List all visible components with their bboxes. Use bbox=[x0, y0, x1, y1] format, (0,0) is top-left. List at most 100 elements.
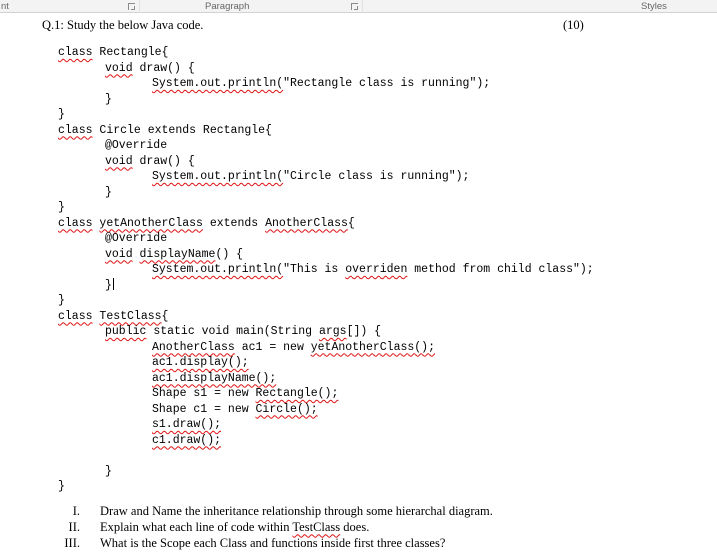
code-text: @Override bbox=[105, 139, 168, 152]
spell-error-text: s1.draw(); bbox=[152, 418, 222, 431]
code-text: Shape s1 = new bbox=[152, 387, 256, 400]
code-line: void draw() { bbox=[58, 154, 717, 170]
code-text: } bbox=[58, 294, 65, 307]
spell-error-text: class bbox=[58, 46, 93, 59]
question-item: III. What is the Scope each Class and fun… bbox=[0, 535, 717, 551]
text-segment: Explain what each line of code within bbox=[100, 519, 293, 534]
spell-error-text: System.out.println( bbox=[152, 77, 284, 90]
code-block: class Rectangle{void draw() {System.out.… bbox=[58, 45, 717, 495]
code-line: } bbox=[58, 479, 717, 495]
code-line: } bbox=[58, 107, 717, 123]
code-text: } bbox=[105, 278, 112, 292]
code-text: "Circle class is running"); bbox=[283, 170, 470, 183]
spell-error-text: class bbox=[58, 216, 93, 230]
code-text: Rectangle{ bbox=[92, 46, 169, 59]
spell-error-text: ac1.display(); bbox=[152, 356, 249, 369]
code-line: AnotherClass ac1 = new yetAnotherClass()… bbox=[58, 340, 717, 356]
spell-error-text: Rectangle(); bbox=[255, 387, 339, 400]
font-group-label: nt bbox=[1, 1, 9, 12]
code-text: @Override bbox=[105, 232, 168, 245]
code-text: Shape c1 = new bbox=[152, 402, 256, 416]
question-item: II. Explain what each line of code within… bbox=[0, 519, 717, 535]
code-line: class TestClass{ bbox=[58, 309, 717, 325]
ribbon-group-divider bbox=[362, 0, 363, 13]
styles-group-label: Styles bbox=[641, 1, 667, 12]
code-text: } bbox=[105, 92, 112, 106]
question-heading: Q.1: Study the below Java code. bbox=[42, 18, 204, 32]
code-text: draw() { bbox=[132, 154, 195, 168]
ribbon-group-divider bbox=[139, 0, 140, 13]
code-line: System.out.println("This is overriden me… bbox=[58, 262, 717, 278]
code-line: System.out.println("Rectangle class is r… bbox=[58, 76, 717, 92]
code-line: class Rectangle{ bbox=[58, 45, 717, 61]
text-cursor bbox=[112, 277, 114, 290]
document-page[interactable]: Q.1: Study the below Java code. (10) cla… bbox=[0, 13, 717, 560]
spell-error-text: AnotherClass bbox=[152, 340, 235, 354]
code-line: void draw() { bbox=[58, 61, 717, 77]
question-text: What is the Scope each Class and functio… bbox=[100, 535, 445, 551]
code-line: System.out.println("Circle class is runn… bbox=[58, 169, 717, 185]
spell-error-text: void bbox=[105, 154, 133, 168]
font-dialog-launcher-icon[interactable] bbox=[128, 3, 135, 10]
spell-error-text: AnotherClass bbox=[265, 216, 348, 230]
code-line: } bbox=[58, 185, 717, 201]
code-text: } bbox=[105, 185, 112, 199]
spell-error-text: System.out.println( bbox=[152, 263, 284, 276]
spell-error-text: TestClass bbox=[292, 519, 341, 534]
code-line: } bbox=[58, 293, 717, 309]
code-text: { bbox=[161, 309, 169, 323]
spell-error-text: Circle(); bbox=[255, 402, 318, 416]
code-text: Circle extends Rectangle{ bbox=[92, 123, 272, 137]
spell-error-text: TestClass bbox=[99, 309, 162, 323]
spell-error-text: public bbox=[105, 325, 147, 338]
code-line: s1.draw(); bbox=[58, 417, 717, 433]
spell-error-text: overriden bbox=[345, 263, 408, 276]
spell-error-text: args bbox=[318, 325, 347, 338]
spell-error-text: void bbox=[105, 247, 133, 261]
code-text: } bbox=[105, 464, 112, 478]
code-line: ac1.displayName(); bbox=[58, 371, 717, 387]
code-line: @Override bbox=[58, 138, 717, 154]
code-line: ac1.display(); bbox=[58, 355, 717, 371]
question-list: I. Draw and Name the inheritance relation… bbox=[0, 503, 717, 551]
code-line: class yetAnotherClass extends AnotherCla… bbox=[58, 216, 717, 232]
code-text: { bbox=[347, 216, 355, 230]
spell-error-text: void bbox=[105, 61, 133, 75]
paragraph-group-label: Paragraph bbox=[205, 1, 250, 12]
code-text: []) { bbox=[346, 325, 382, 338]
text-segment: does. bbox=[340, 519, 370, 534]
spell-error-text: class bbox=[58, 123, 93, 137]
code-text: } bbox=[58, 108, 65, 121]
code-line: } bbox=[58, 92, 717, 108]
question-number: III. bbox=[64, 535, 80, 550]
code-line: void displayName() { bbox=[58, 247, 717, 263]
question-number: I. bbox=[72, 503, 80, 518]
code-text: "Rectangle class is running"); bbox=[283, 77, 491, 90]
code-line: } bbox=[58, 277, 717, 294]
code-line: @Override bbox=[58, 231, 717, 247]
code-text: draw() { bbox=[132, 61, 195, 75]
marks-label: (10) bbox=[563, 18, 584, 32]
question-number: II. bbox=[68, 519, 80, 534]
code-line: c1.draw(); bbox=[58, 433, 717, 449]
question-item: I. Draw and Name the inheritance relation… bbox=[0, 503, 717, 519]
question-text: Draw and Name the inheritance relationsh… bbox=[100, 503, 493, 519]
paragraph-dialog-launcher-icon[interactable] bbox=[351, 3, 358, 10]
spell-error-text: c1.draw(); bbox=[152, 433, 222, 447]
question-text: Explain what each line of code within Te… bbox=[100, 519, 369, 535]
spell-error-text: class bbox=[58, 309, 93, 323]
code-line: Shape s1 = new Rectangle(); bbox=[58, 386, 717, 402]
text-segment: What is the Scope each Class and functio… bbox=[100, 535, 446, 550]
code-line: } bbox=[58, 200, 717, 216]
code-text: "This is bbox=[283, 263, 346, 276]
code-text: static void main(String bbox=[146, 325, 319, 338]
ribbon-bar: nt Paragraph Styles bbox=[0, 0, 717, 13]
spell-error-text: yetAnotherClass bbox=[99, 216, 203, 230]
code-line: public static void main(String args[]) { bbox=[58, 324, 717, 340]
code-line: } bbox=[58, 464, 717, 480]
spell-error-text: System.out.println( bbox=[152, 170, 284, 183]
code-text: ac1 = new bbox=[234, 340, 311, 354]
code-line: class Circle extends Rectangle{ bbox=[58, 123, 717, 139]
